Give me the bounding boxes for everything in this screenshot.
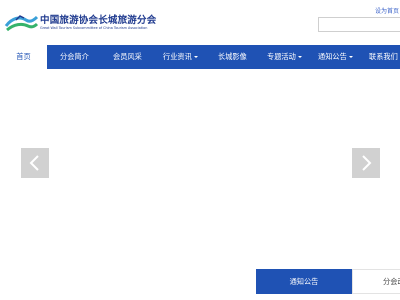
nav-item-label: 会员风采 [113, 52, 142, 61]
main-nav: 首页 分会简介 会员风采 行业资讯 长城影像 专题活动 通知公告 联系我们 [0, 45, 400, 69]
nav-item-contact[interactable]: 联系我们 [369, 45, 400, 69]
nav-item-great-wall-images[interactable]: 长城影像 [218, 45, 247, 69]
nav-item-label: 长城影像 [218, 52, 247, 61]
nav-item-label: 联系我们 [369, 52, 398, 61]
chevron-down-icon [348, 56, 353, 58]
chevron-down-icon [297, 56, 302, 58]
nav-item-industry-news[interactable]: 行业资讯 [163, 45, 198, 69]
chevron-down-icon [193, 56, 198, 58]
nav-item-label: 分会简介 [60, 52, 89, 61]
nav-item-label: 专题活动 [267, 52, 296, 61]
nav-item-label: 行业资讯 [163, 52, 192, 61]
nav-item-special-events[interactable]: 专题活动 [267, 45, 302, 69]
logo-icon[interactable] [4, 8, 39, 36]
nav-item-label: 通知公告 [318, 52, 347, 61]
news-tabs: 通知公告 分会动 [0, 269, 400, 300]
carousel-next-button[interactable] [352, 148, 380, 178]
carousel-prev-button[interactable] [21, 148, 49, 178]
nav-item-notices[interactable]: 通知公告 [318, 45, 353, 69]
site-subtitle: Great Wall Tourism Subcommittee of China… [40, 26, 148, 30]
nav-item-label: 首页 [16, 52, 31, 61]
nav-item-home[interactable]: 首页 [0, 45, 47, 69]
site-header: 中国旅游协会长城旅游分会 Great Wall Tourism Subcommi… [0, 0, 400, 45]
search-input[interactable] [318, 17, 400, 32]
nav-item-about[interactable]: 分会简介 [60, 45, 89, 69]
nav-item-members[interactable]: 会员风采 [113, 45, 142, 69]
tab-notices[interactable]: 通知公告 [256, 269, 352, 294]
tab-branch-news[interactable]: 分会动 [352, 269, 400, 294]
set-home-link[interactable]: 设为首页 [375, 6, 399, 15]
chevron-left-icon [29, 155, 39, 171]
site-title: 中国旅游协会长城旅游分会 [40, 15, 157, 26]
chevron-right-icon [362, 155, 372, 171]
